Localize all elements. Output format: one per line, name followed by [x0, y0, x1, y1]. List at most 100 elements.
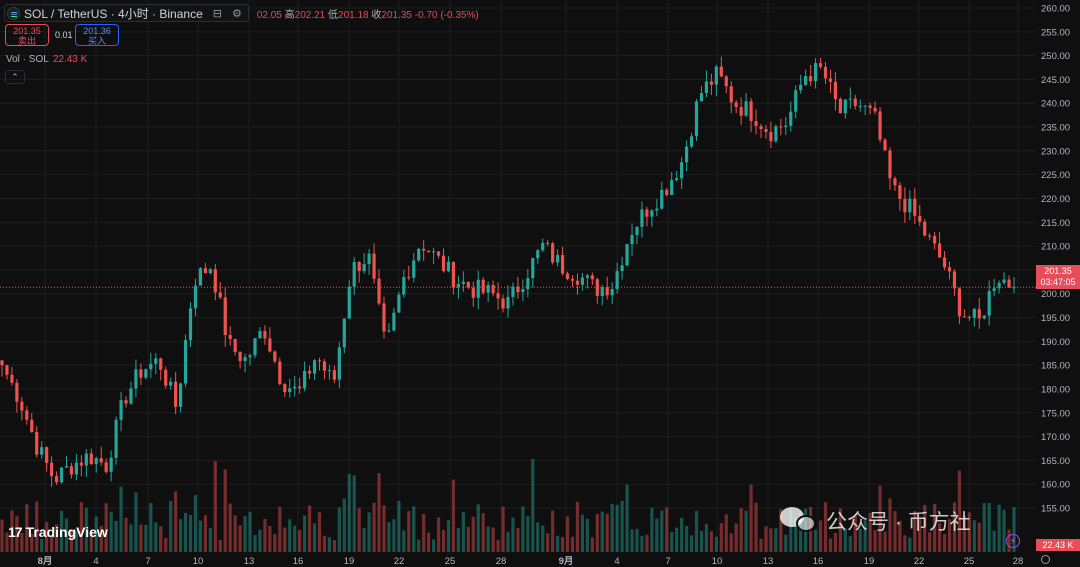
candle-body [258, 330, 262, 339]
time-tick-label: 19 [344, 556, 355, 567]
price-tick-label: 185.00 [1041, 361, 1070, 372]
volume-bar [362, 527, 366, 552]
candle-body [536, 250, 540, 259]
candle-body [327, 370, 332, 372]
volume-bar [456, 527, 460, 552]
time-tick-label: 25 [445, 556, 456, 567]
candle-body [392, 312, 396, 331]
clock-icon[interactable] [1041, 555, 1050, 564]
wechat-icon [780, 505, 818, 537]
volume-bar [298, 529, 302, 552]
candle-body [833, 81, 838, 99]
volume-bar [784, 534, 788, 552]
volume-bar [119, 486, 123, 552]
collapse-indicators-button[interactable]: ⌃ [5, 70, 25, 84]
candle-body [908, 198, 912, 213]
candle-body [342, 318, 346, 348]
candlestick-chart[interactable]: 155.00 160.00 165.00 170.00 175.00 180.00 185.… [0, 0, 1080, 567]
volume-bar [724, 514, 728, 552]
candle-body [982, 315, 986, 319]
chart-grid [0, 0, 1036, 552]
candle-body [193, 285, 198, 309]
volume-bar [461, 511, 465, 552]
time-tick-label: 28 [1013, 556, 1024, 567]
volume-bar [551, 510, 555, 552]
time-tick-label: 8月 [38, 556, 53, 567]
volume-bar [427, 532, 431, 552]
volume-bar [600, 511, 604, 552]
time-tick-label: 13 [244, 556, 255, 567]
time-axis[interactable]: 8月 4 7 10 13 16 19 22 25 28 9月 4 7 10 13 16 19 22 25 28 [38, 556, 1024, 567]
price-tick-label: 215.00 [1041, 218, 1070, 229]
buy-button[interactable]: 201.36 买入 [75, 24, 119, 46]
candle-body [1002, 279, 1006, 283]
settings-icon[interactable]: ⚙ [232, 7, 242, 20]
time-tick-label: 16 [293, 556, 304, 567]
candle-body [25, 410, 29, 420]
time-tick-label: 10 [712, 556, 723, 567]
price-tick-label: 255.00 [1041, 27, 1070, 38]
candle-body [288, 388, 292, 393]
volume-bar [367, 512, 371, 552]
candle-body [749, 101, 753, 122]
volume-bar [501, 506, 505, 552]
candle-body [625, 244, 629, 266]
symbol-title: SOL / TetherUS · 4小时 · Binance [24, 6, 203, 21]
candle-body [620, 265, 624, 272]
candle-body [427, 250, 431, 253]
candle-body [149, 363, 153, 370]
candle-body [873, 107, 877, 112]
symbol-selector[interactable]: SOL / TetherUS · 4小时 · Binance ⊟ ⚙ [4, 4, 249, 22]
candle-body [377, 278, 381, 304]
hide-legend-icon[interactable]: ⊟ [213, 7, 222, 20]
candle-body [630, 235, 634, 245]
volume-bar [213, 461, 217, 552]
lightning-icon[interactable]: ⚡ [1006, 534, 1020, 548]
sell-button[interactable]: 201.35 卖出 [5, 24, 49, 46]
price-tick-label: 220.00 [1041, 194, 1070, 205]
candle-body [268, 338, 272, 352]
volume-bar [248, 511, 252, 552]
volume-bar [580, 514, 585, 552]
candle-body [838, 98, 842, 114]
candle-body [789, 111, 793, 126]
current-price-tag: 201.35 03:47:05 [1036, 265, 1080, 289]
volume-bar [481, 513, 485, 552]
candle-body [347, 286, 351, 319]
volume-bar [903, 535, 907, 552]
time-tick-label: 28 [496, 556, 507, 567]
volume-bar [521, 506, 525, 552]
candle-body [680, 162, 684, 179]
candle-body [307, 370, 312, 374]
volume-bar [640, 536, 644, 552]
candle-body [610, 289, 614, 296]
volume-bar [486, 526, 490, 552]
time-tick-label: 19 [864, 556, 875, 567]
tradingview-logo[interactable]: 17 TradingView [8, 524, 108, 540]
candle-body [764, 129, 768, 132]
candle-body [992, 288, 996, 291]
candle-body [774, 126, 778, 142]
volume-bar [377, 473, 381, 552]
candle-body [506, 296, 510, 309]
candle-body [699, 93, 704, 102]
price-tick-label: 250.00 [1041, 51, 1070, 62]
time-tick-label: 4 [614, 556, 619, 567]
candle-body [332, 370, 336, 380]
candle-body [451, 261, 456, 288]
candle-body [382, 303, 386, 332]
candle-body [888, 150, 892, 179]
volume-bar [635, 528, 639, 552]
volume-bar [441, 529, 446, 552]
candle-body [50, 462, 54, 477]
volume-bar [684, 525, 689, 552]
trade-panel: 201.35 卖出 0.01 201.36 买入 [5, 24, 119, 46]
volume-bar [238, 525, 242, 552]
candle-body [10, 374, 14, 383]
candle-body [159, 358, 163, 370]
volume-bar [734, 523, 738, 552]
candle-body [124, 400, 128, 404]
solana-logo-icon [7, 6, 20, 20]
candle-body [665, 189, 669, 196]
candle-body [967, 317, 971, 319]
